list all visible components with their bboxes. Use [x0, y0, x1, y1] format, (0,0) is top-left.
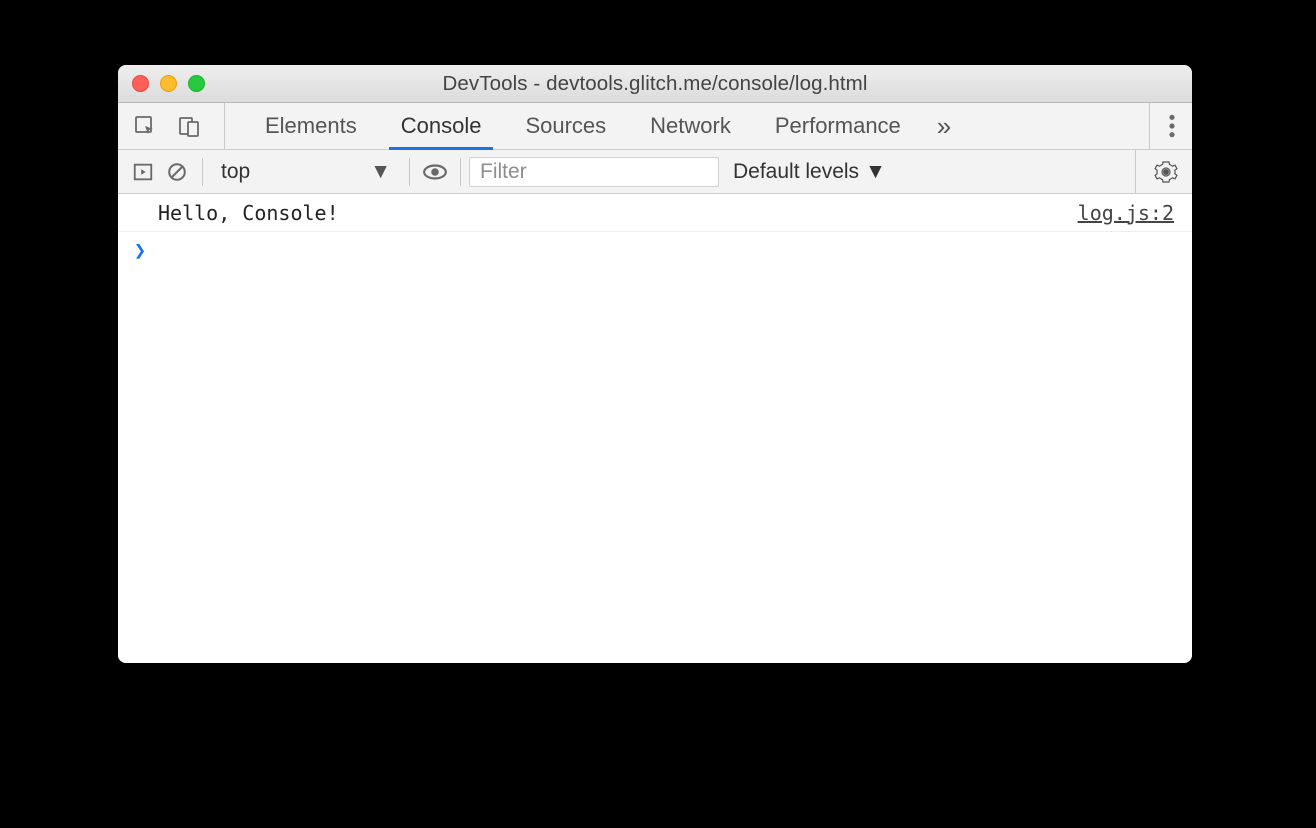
console-toolbar: top ▼ Filter Default levels ▼: [118, 150, 1192, 194]
console-prompt[interactable]: ❯: [118, 232, 1192, 268]
devtools-tabbar: Elements Console Sources Network Perform…: [118, 103, 1192, 150]
devtools-menu-button[interactable]: [1149, 103, 1182, 149]
tab-elements[interactable]: Elements: [243, 103, 379, 149]
log-levels-selector[interactable]: Default levels ▼: [719, 160, 900, 184]
minimize-window-button[interactable]: [160, 75, 177, 92]
console-settings-button[interactable]: [1135, 150, 1184, 193]
tabs: Elements Console Sources Network Perform…: [243, 103, 965, 149]
console-output[interactable]: Hello, Console! log.js:2 ❯: [118, 194, 1192, 663]
window-title: DevTools - devtools.glitch.me/console/lo…: [118, 72, 1192, 96]
inspect-element-icon[interactable]: [128, 104, 162, 148]
prompt-caret-icon: ❯: [134, 238, 146, 262]
context-selector[interactable]: top ▼: [211, 160, 401, 184]
close-window-button[interactable]: [132, 75, 149, 92]
more-tabs-button[interactable]: »: [923, 103, 965, 149]
filter-input[interactable]: Filter: [469, 157, 719, 187]
devtools-window: DevTools - devtools.glitch.me/console/lo…: [118, 65, 1192, 663]
context-label: top: [221, 160, 250, 184]
tab-sources[interactable]: Sources: [503, 103, 628, 149]
chevron-down-icon: ▼: [370, 160, 391, 184]
levels-label: Default levels: [733, 160, 859, 184]
zoom-window-button[interactable]: [188, 75, 205, 92]
chevron-down-icon: ▼: [865, 160, 886, 184]
log-message: Hello, Console!: [158, 201, 1078, 225]
tab-console[interactable]: Console: [379, 103, 504, 149]
tab-network[interactable]: Network: [628, 103, 753, 149]
titlebar: DevTools - devtools.glitch.me/console/lo…: [118, 65, 1192, 103]
filter-placeholder: Filter: [480, 160, 527, 184]
clear-console-icon[interactable]: [160, 150, 194, 194]
traffic-lights: [132, 75, 205, 92]
log-source-link[interactable]: log.js:2: [1078, 201, 1174, 225]
log-row[interactable]: Hello, Console! log.js:2: [118, 194, 1192, 232]
tab-performance[interactable]: Performance: [753, 103, 923, 149]
toggle-sidebar-icon[interactable]: [126, 150, 160, 194]
device-toolbar-icon[interactable]: [172, 104, 206, 148]
live-expression-icon[interactable]: [418, 150, 452, 194]
